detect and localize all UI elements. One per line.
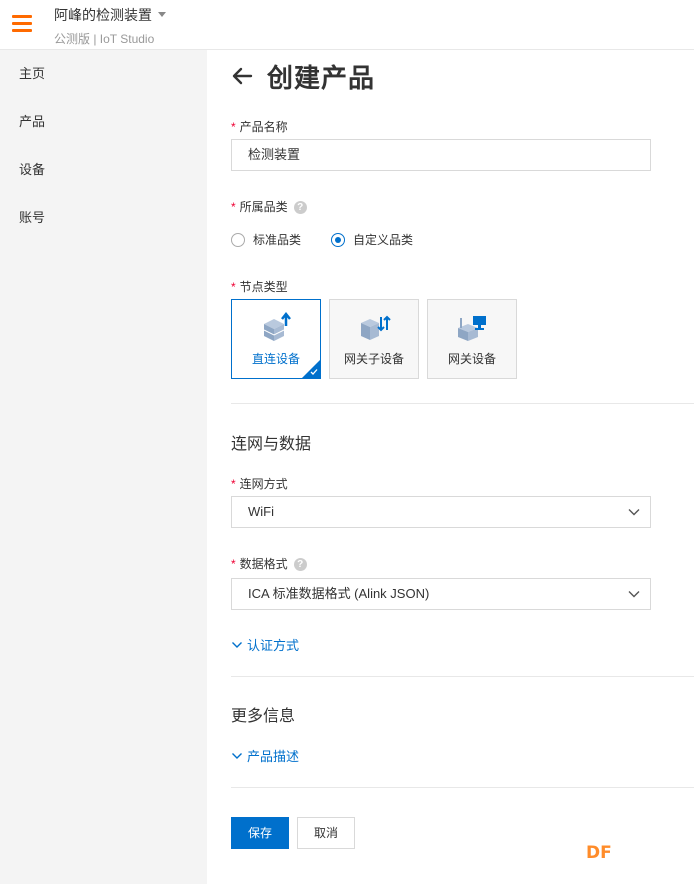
node-type-direct-device[interactable]: 直连设备 xyxy=(231,299,321,379)
product-name-label: * 产品名称 xyxy=(231,118,288,135)
chevron-down-icon xyxy=(232,752,242,759)
divider xyxy=(231,403,694,404)
auth-method-expander[interactable]: 认证方式 xyxy=(231,635,299,654)
sidebar-item-account[interactable]: 账号 xyxy=(0,194,207,242)
card-label: 直连设备 xyxy=(251,352,300,366)
help-icon[interactable]: ? xyxy=(293,558,307,572)
data-format-label-text: 数据格式 xyxy=(239,557,288,571)
page-header: 创建产品 xyxy=(231,56,375,96)
help-icon[interactable]: ? xyxy=(293,201,307,215)
data-format-value: ICA 标准数据格式 (Alink JSON) xyxy=(248,586,430,601)
divider xyxy=(231,676,694,677)
chevron-down-icon xyxy=(628,591,640,598)
product-name-label-text: 产品名称 xyxy=(239,120,288,134)
required-mark: * xyxy=(231,120,236,134)
data-format-label: * 数据格式? xyxy=(231,555,307,572)
more-info-section-title: 更多信息 xyxy=(231,708,296,725)
radio-standard-category[interactable]: 标准品类 xyxy=(231,231,301,248)
chevron-down-icon xyxy=(628,509,640,516)
node-type-gateway-device[interactable]: 网关设备 xyxy=(427,299,517,379)
required-mark: * xyxy=(231,280,236,294)
node-type-gateway-subdevice[interactable]: 网关子设备 xyxy=(329,299,419,379)
category-label: * 所属品类? xyxy=(231,198,307,215)
app-switcher[interactable]: 阿峰的检测装置 xyxy=(54,5,166,25)
product-description-expander[interactable]: 产品描述 xyxy=(231,746,299,765)
save-button[interactable]: 保存 xyxy=(231,817,289,849)
back-arrow-icon[interactable] xyxy=(231,65,253,87)
cancel-button[interactable]: 取消 xyxy=(297,817,355,849)
radio-custom-category[interactable]: 自定义品类 xyxy=(331,231,413,248)
divider xyxy=(231,787,694,788)
watermark-logo: DF xyxy=(586,843,612,863)
required-mark: * xyxy=(231,557,236,571)
required-mark: * xyxy=(231,477,236,491)
product-description-label: 产品描述 xyxy=(247,749,300,764)
direct-device-icon xyxy=(263,312,291,341)
network-method-label-text: 连网方式 xyxy=(239,477,288,491)
hamburger-menu-icon[interactable] xyxy=(12,15,32,33)
radio-label: 自定义品类 xyxy=(353,233,414,247)
sidebar-item-products[interactable]: 产品 xyxy=(0,98,207,146)
network-method-value: WiFi xyxy=(248,504,274,519)
radio-circle xyxy=(231,232,245,247)
category-label-text: 所属品类 xyxy=(239,200,288,214)
category-radio-group: 标准品类 自定义品类 xyxy=(231,231,443,248)
caret-down-icon xyxy=(158,11,166,17)
sidebar-item-home[interactable]: 主页 xyxy=(0,50,207,98)
sidebar: 主页 产品 设备 账号 xyxy=(0,50,207,884)
radio-label: 标准品类 xyxy=(253,233,302,247)
required-mark: * xyxy=(231,200,236,214)
gateway-subdevice-icon xyxy=(361,315,391,340)
page-title: 创建产品 xyxy=(267,62,376,93)
main-content: 创建产品 * 产品名称 检测装置 * 所属品类? 标准品类 自定义品类 * 节点类型 xyxy=(207,50,694,884)
chevron-down-icon xyxy=(232,641,242,648)
product-name-input[interactable]: 检测装置 xyxy=(231,139,651,171)
node-type-label-text: 节点类型 xyxy=(239,280,288,294)
radio-circle-checked xyxy=(331,232,346,247)
check-icon xyxy=(310,369,318,375)
network-section-title: 连网与数据 xyxy=(231,436,312,453)
card-label: 网关设备 xyxy=(447,352,496,366)
node-type-cards: 直连设备 网关子设备 网关设备 xyxy=(231,299,525,379)
node-type-label: * 节点类型 xyxy=(231,278,288,295)
gateway-device-icon xyxy=(458,316,486,341)
auth-method-label: 认证方式 xyxy=(247,638,300,653)
app-title: 阿峰的检测装置 xyxy=(54,7,152,23)
top-header: 阿峰的检测装置 公测版 | IoT Studio xyxy=(0,0,694,50)
network-method-label: * 连网方式 xyxy=(231,475,288,492)
app-subtitle: 公测版 | IoT Studio xyxy=(54,32,155,46)
sidebar-item-devices[interactable]: 设备 xyxy=(0,146,207,194)
network-method-select[interactable]: WiFi xyxy=(231,496,651,528)
card-label: 网关子设备 xyxy=(343,352,404,366)
data-format-select[interactable]: ICA 标准数据格式 (Alink JSON) xyxy=(231,578,651,610)
